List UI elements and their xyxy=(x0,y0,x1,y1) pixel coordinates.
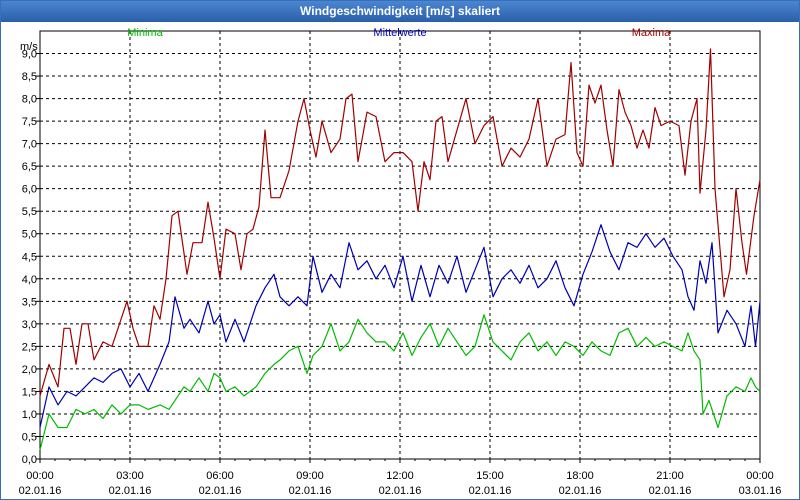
y-tick-label: 0,0 xyxy=(22,454,37,466)
x-tick-date: 02.01.16 xyxy=(109,485,152,497)
x-tick-time: 09:00 xyxy=(296,470,324,482)
legend-mittelwerte: Mittelwerte xyxy=(373,27,426,39)
y-tick-label: 8,0 xyxy=(22,94,37,106)
x-tick-date: 02.01.16 xyxy=(469,485,512,497)
x-tick-time: 12:00 xyxy=(386,470,414,482)
x-tick-date: 02.01.16 xyxy=(559,485,602,497)
y-tick-label: 6,5 xyxy=(22,161,37,173)
x-tick-time: 00:00 xyxy=(746,470,774,482)
x-tick-time: 15:00 xyxy=(476,470,504,482)
x-tick-date: 02.01.16 xyxy=(199,485,242,497)
y-tick-label: 1,0 xyxy=(22,409,37,421)
y-tick-label: 1,5 xyxy=(22,386,37,398)
y-tick-label: 7,0 xyxy=(22,139,37,151)
x-tick-date: 02.01.16 xyxy=(379,485,422,497)
x-tick-time: 06:00 xyxy=(206,470,234,482)
legend-maxima: Maxima xyxy=(632,27,671,39)
x-tick-date: 02.01.16 xyxy=(19,485,62,497)
y-tick-label: 6,0 xyxy=(22,184,37,196)
x-tick-time: 21:00 xyxy=(656,470,684,482)
y-tick-label: 2,0 xyxy=(22,364,37,376)
legend-minima: Minima xyxy=(127,27,163,39)
y-tick-label: 4,5 xyxy=(22,251,37,263)
x-tick-time: 00:00 xyxy=(26,470,54,482)
y-tick-label: 5,5 xyxy=(22,206,37,218)
y-tick-label: 4,0 xyxy=(22,274,37,286)
legend-layer: Minima Mittelwerte Maxima xyxy=(127,27,671,39)
y-tick-label: 0,5 xyxy=(22,431,37,443)
y-tick-label: 7,5 xyxy=(22,116,37,128)
y-tick-label: 3,5 xyxy=(22,296,37,308)
y-tick-label: 5,0 xyxy=(22,229,37,241)
x-tick-date: 02.01.16 xyxy=(649,485,692,497)
y-tick-label: 3,0 xyxy=(22,319,37,331)
y-tick-label: 2,5 xyxy=(22,341,37,353)
y-tick-label: 8,5 xyxy=(22,71,37,83)
x-tick-date: 02.01.16 xyxy=(289,485,332,497)
grid-layer xyxy=(39,30,761,460)
plot-frame xyxy=(39,30,761,460)
x-tick-time: 18:00 xyxy=(566,470,594,482)
chart-canvas: 0,0 0,5 1,0 1,5 2,0 2,5 3,0 3,5 4,0 4,5 5,0 5,5 6,0 6… xyxy=(19,27,782,497)
x-tick-date: 03.01.16 xyxy=(739,485,782,497)
y-axis-label: m/s xyxy=(20,41,38,53)
x-tick-time: 03:00 xyxy=(116,470,144,482)
